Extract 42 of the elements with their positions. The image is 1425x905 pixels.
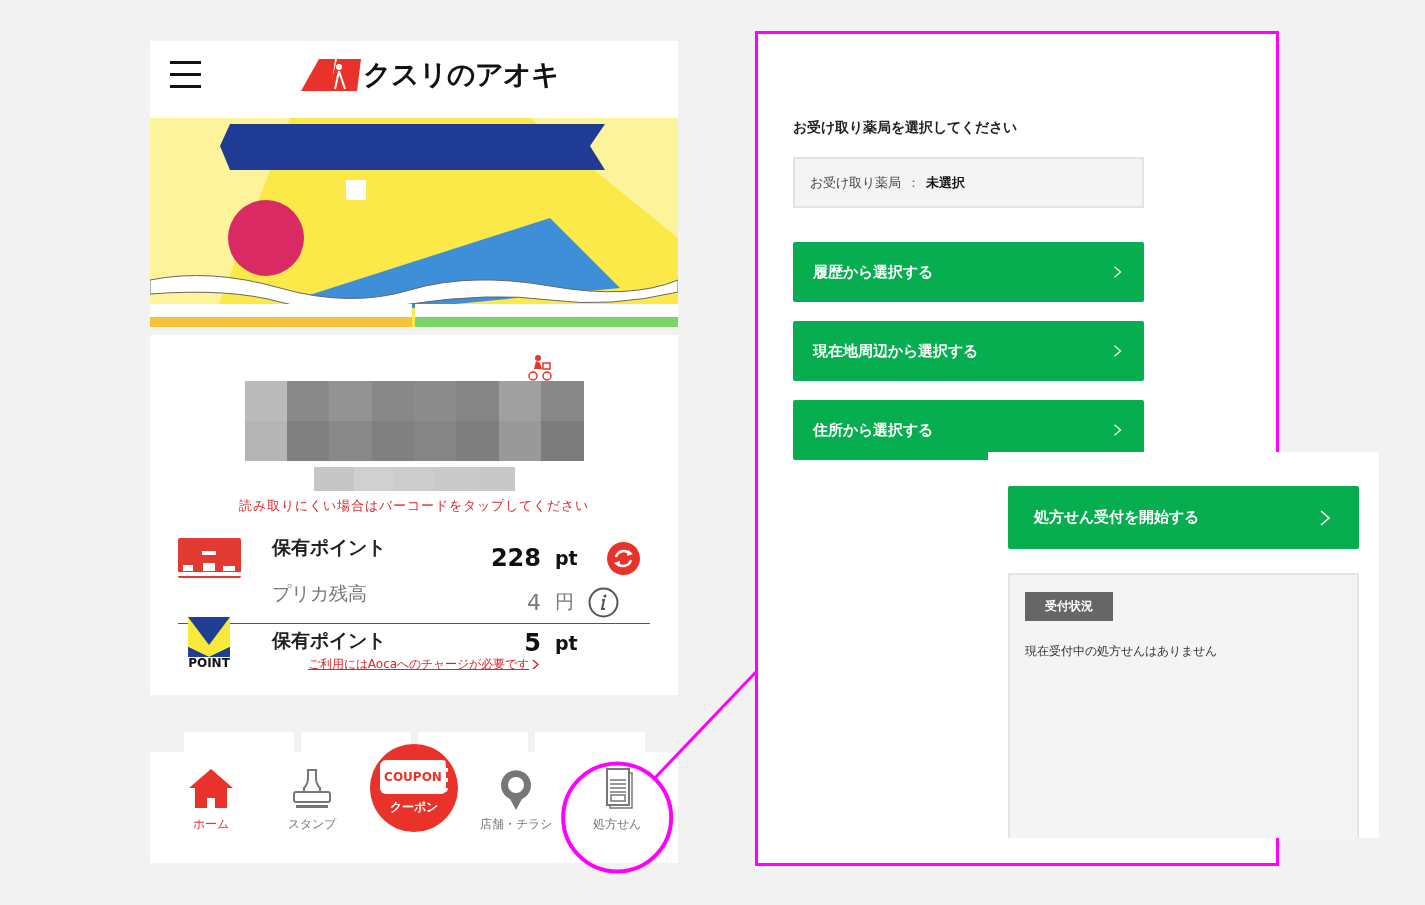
nav-tab[interactable]: 処方せん: [566, 752, 668, 863]
balance-value: 228: [490, 544, 541, 572]
refresh-button[interactable]: [607, 541, 640, 575]
bicycle-rider-icon: [528, 355, 552, 381]
select-button[interactable]: 住所から選択する: [793, 400, 1144, 460]
coupon-button[interactable]: COUPON クーポン: [370, 744, 458, 832]
coupon-ticket: COUPON: [380, 760, 448, 794]
menu-icon[interactable]: [170, 61, 201, 88]
charge-link[interactable]: ご利用にはAocaへのチャージが必要です: [307, 656, 530, 673]
chevron-right-icon: [1113, 344, 1122, 358]
nav-tab[interactable]: ホーム: [160, 752, 262, 863]
point-card-icon: [178, 538, 241, 578]
chevron-right-icon: [1319, 508, 1331, 527]
field-separator: ：: [907, 173, 920, 192]
info-icon[interactable]: [588, 586, 619, 618]
chevron-right-icon: [1113, 423, 1122, 437]
nav-label: クーポン: [390, 799, 438, 816]
balance-label: 保有ポイント: [272, 535, 387, 560]
balance-value: 5: [524, 629, 541, 657]
status-badge: 受付状況: [1025, 592, 1113, 621]
select-button[interactable]: 現在地周辺から選択する: [793, 321, 1144, 381]
field-value: 未選択: [926, 173, 965, 192]
balance-label: 保有ポイント: [272, 628, 387, 653]
nav-tab[interactable]: スタンプ: [261, 752, 364, 863]
balance-unit: pt: [554, 632, 578, 654]
nav-tab[interactable]: 店舗・チラシ: [464, 752, 567, 863]
balance-label: プリカ残高: [272, 581, 491, 624]
chevron-right-icon: [532, 659, 541, 670]
logo-icon: [301, 58, 361, 91]
select-button[interactable]: 履歴から選択する: [793, 242, 1144, 302]
logo-text: POINT: [188, 657, 230, 669]
start-button[interactable]: 処方せん受付を開始する: [1008, 486, 1359, 549]
balance-unit: 円: [554, 589, 574, 614]
v-logo-icon: [188, 617, 230, 657]
status-message: 現在受付中の処方せんはありません: [1025, 643, 1218, 660]
balance-value: 4: [527, 589, 541, 615]
field-label: お受け取り薬局: [810, 173, 901, 192]
barcode-hint: 読み取りにくい場合はバーコードをタップしてください: [239, 497, 589, 515]
panel-title: お受け取り薬局を選択してください: [793, 119, 1018, 137]
balance-unit: pt: [554, 547, 578, 569]
chevron-right-icon: [1113, 265, 1122, 279]
logo-text: クスリのアオキ: [363, 56, 559, 93]
